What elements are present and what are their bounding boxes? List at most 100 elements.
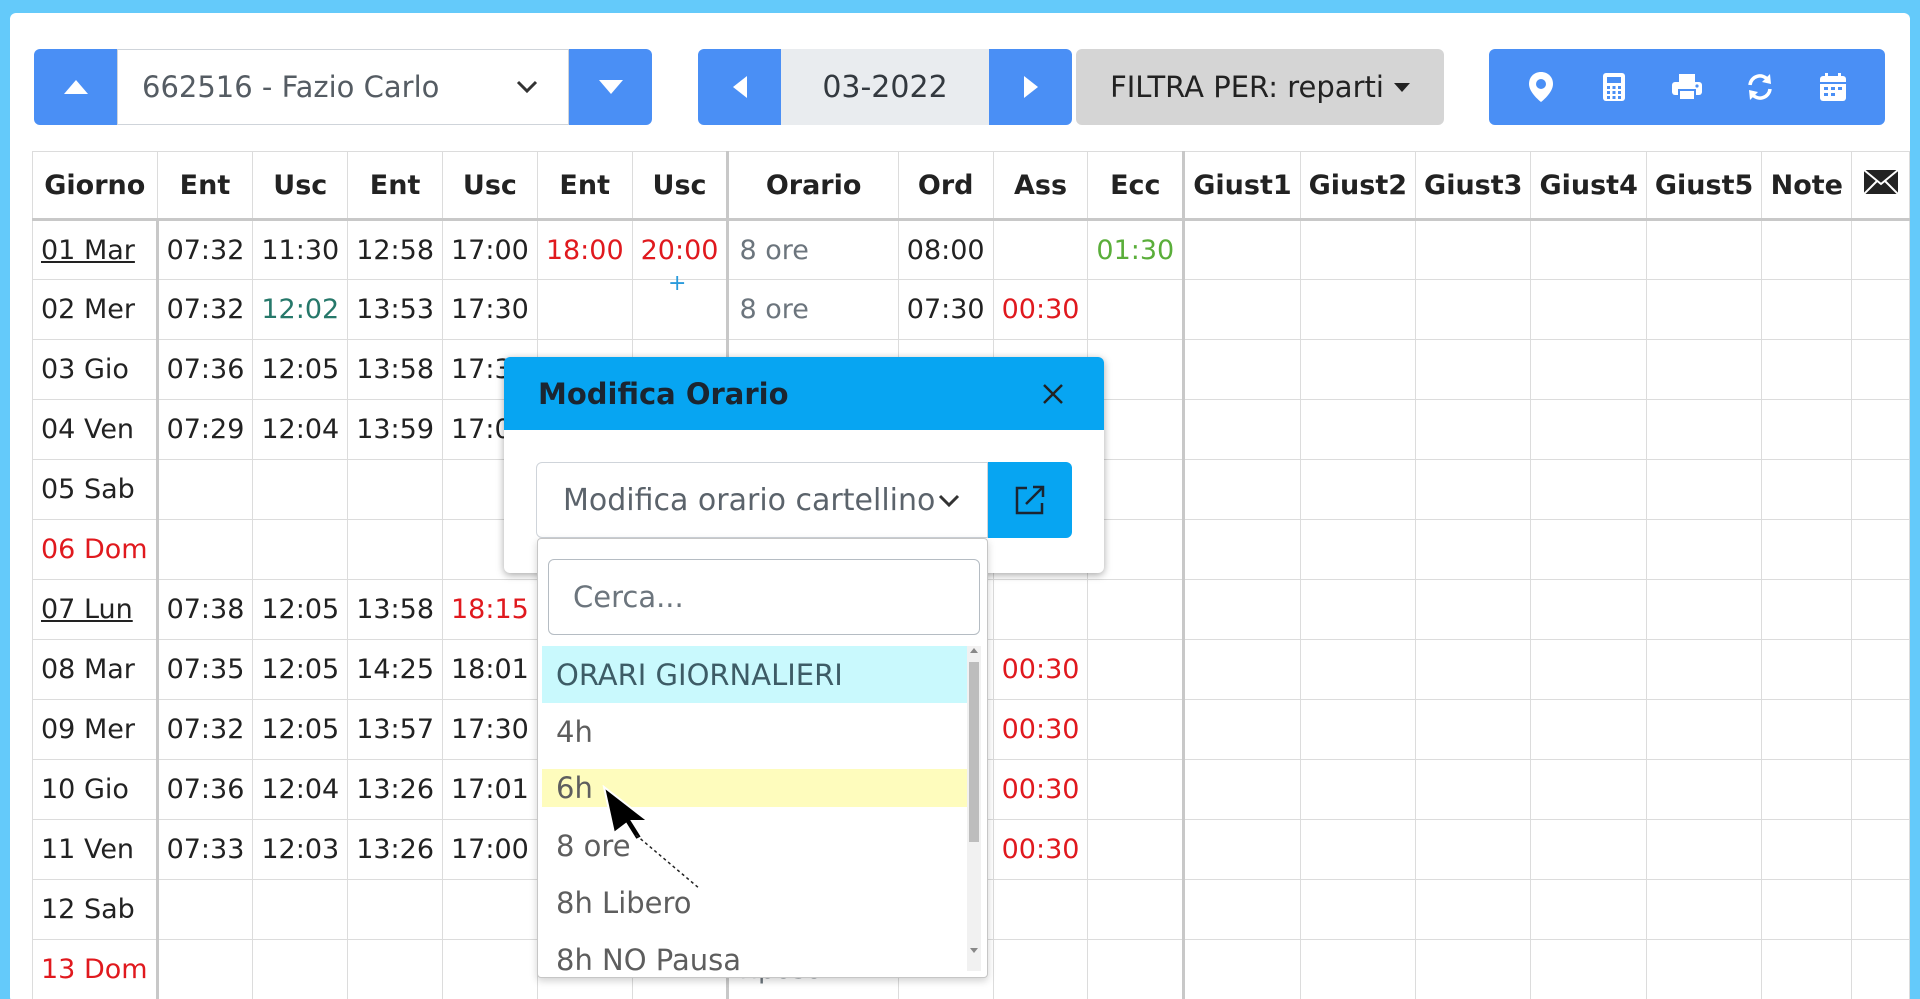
day-cell[interactable]: 04 Ven — [32, 399, 159, 460]
time-cell[interactable]: 17:30 — [442, 699, 538, 760]
empty-cell[interactable] — [1761, 459, 1853, 520]
time-cell[interactable]: 13:58 — [347, 339, 443, 400]
time-cell[interactable] — [156, 939, 254, 999]
search-input[interactable]: Cerca... — [548, 559, 980, 635]
empty-cell[interactable] — [1530, 219, 1647, 280]
ecc-cell[interactable] — [1087, 579, 1186, 640]
empty-cell[interactable] — [1299, 879, 1417, 940]
empty-cell[interactable] — [1851, 339, 1910, 400]
ord-cell[interactable]: 07:30 — [897, 279, 994, 340]
col-usc-2[interactable]: Usc — [442, 151, 538, 221]
ord-cell[interactable]: 08:00 — [897, 219, 994, 280]
employee-select[interactable]: 662516 - Fazio Carlo — [117, 49, 569, 125]
empty-cell[interactable] — [1761, 519, 1853, 580]
empty-cell[interactable] — [1183, 579, 1301, 640]
ecc-cell[interactable] — [1087, 759, 1186, 820]
ecc-cell[interactable] — [1087, 279, 1186, 340]
col-giust4[interactable]: Giust4 — [1530, 151, 1647, 221]
empty-cell[interactable] — [1183, 339, 1301, 400]
empty-cell[interactable] — [1183, 759, 1301, 820]
empty-cell[interactable] — [1183, 939, 1301, 999]
day-cell[interactable]: 02 Mer — [32, 279, 159, 340]
empty-cell[interactable] — [1530, 759, 1647, 820]
scrollbar-thumb[interactable] — [969, 662, 979, 842]
col-orario[interactable]: Orario — [726, 151, 899, 221]
empty-cell[interactable] — [1645, 699, 1763, 760]
empty-cell[interactable] — [1761, 699, 1853, 760]
time-cell[interactable] — [442, 879, 538, 940]
ass-cell[interactable]: 00:30 — [992, 639, 1089, 700]
time-cell[interactable] — [536, 279, 633, 340]
day-cell[interactable]: 13 Dom — [32, 939, 159, 999]
col-giust5[interactable]: Giust5 — [1645, 151, 1763, 221]
time-cell[interactable] — [252, 519, 349, 580]
empty-cell[interactable] — [1415, 819, 1532, 880]
ass-cell[interactable] — [992, 879, 1089, 940]
empty-cell[interactable] — [1299, 819, 1417, 880]
col-ent-3[interactable]: Ent — [536, 151, 633, 221]
ecc-cell[interactable] — [1087, 819, 1186, 880]
empty-cell[interactable] — [1851, 579, 1910, 640]
time-cell[interactable]: 18:15 — [442, 579, 538, 640]
day-cell[interactable]: 07 Lun — [32, 579, 159, 640]
time-cell[interactable]: 17:01 — [442, 759, 538, 820]
time-cell[interactable] — [156, 519, 254, 580]
time-cell[interactable] — [347, 459, 443, 520]
time-cell[interactable]: 12:03 — [252, 819, 349, 880]
empty-cell[interactable] — [1415, 399, 1532, 460]
orario-cell[interactable]: 8 ore — [726, 279, 899, 340]
day-cell[interactable]: 01 Mar — [32, 219, 159, 280]
day-cell[interactable]: 09 Mer — [32, 699, 159, 760]
day-cell[interactable]: 12 Sab — [32, 879, 159, 940]
empty-cell[interactable] — [1645, 939, 1763, 999]
ass-cell[interactable] — [992, 219, 1089, 280]
map-marker-icon[interactable] — [1521, 67, 1561, 107]
empty-cell[interactable] — [1851, 519, 1910, 580]
orario-select[interactable]: Modifica orario cartellino — [536, 462, 988, 538]
empty-cell[interactable] — [1415, 279, 1532, 340]
empty-cell[interactable] — [1645, 579, 1763, 640]
table-row[interactable]: 01 Mar 07:32 11:30 12:58 17:00 18:00 20:00 8 or… — [32, 219, 1910, 280]
time-cell[interactable]: 18:00 — [536, 219, 633, 280]
empty-cell[interactable] — [1299, 219, 1417, 280]
option-8h-libero[interactable]: 8h Libero — [542, 874, 968, 931]
empty-cell[interactable] — [1761, 879, 1853, 940]
day-cell[interactable]: 08 Mar — [32, 639, 159, 700]
empty-cell[interactable] — [1851, 699, 1910, 760]
time-cell[interactable]: 07:32 — [156, 279, 254, 340]
calculator-icon[interactable] — [1594, 67, 1634, 107]
time-cell[interactable]: 07:33 — [156, 819, 254, 880]
table-row[interactable]: 02 Mer 07:32 12:02 13:53 17:30 8 ore 07:30 00:3… — [32, 279, 1910, 340]
time-cell[interactable]: 07:32 — [156, 699, 254, 760]
day-cell[interactable]: 03 Gio — [32, 339, 159, 400]
scroll-up-icon[interactable] — [970, 648, 978, 653]
col-ass[interactable]: Ass — [992, 151, 1089, 221]
ass-cell[interactable]: 00:30 — [992, 759, 1089, 820]
ecc-cell[interactable] — [1087, 639, 1186, 700]
empty-cell[interactable] — [1415, 519, 1532, 580]
time-cell[interactable]: 12:04 — [252, 759, 349, 820]
col-ent-2[interactable]: Ent — [347, 151, 443, 221]
refresh-icon[interactable] — [1740, 67, 1780, 107]
scroll-down-icon[interactable] — [970, 948, 978, 953]
empty-cell[interactable] — [1761, 819, 1853, 880]
empty-cell[interactable] — [1851, 279, 1910, 340]
time-cell[interactable]: 14:25 — [347, 639, 443, 700]
empty-cell[interactable] — [1183, 219, 1301, 280]
empty-cell[interactable] — [1183, 819, 1301, 880]
day-cell[interactable]: 10 Gio — [32, 759, 159, 820]
ass-cell[interactable]: 00:30 — [992, 699, 1089, 760]
time-cell[interactable]: 07:38 — [156, 579, 254, 640]
time-cell[interactable] — [347, 519, 443, 580]
orario-cell[interactable]: 8 ore — [726, 219, 899, 280]
ecc-cell[interactable] — [1087, 879, 1186, 940]
time-cell[interactable]: 12:04 — [252, 399, 349, 460]
option-8h-no-pausa[interactable]: 8h NO Pausa — [542, 931, 968, 977]
empty-cell[interactable] — [1530, 519, 1647, 580]
empty-cell[interactable] — [1645, 219, 1763, 280]
empty-cell[interactable] — [1530, 279, 1647, 340]
empty-cell[interactable] — [1851, 459, 1910, 520]
empty-cell[interactable] — [1183, 399, 1301, 460]
empty-cell[interactable] — [1851, 819, 1910, 880]
ass-cell[interactable] — [992, 939, 1089, 999]
